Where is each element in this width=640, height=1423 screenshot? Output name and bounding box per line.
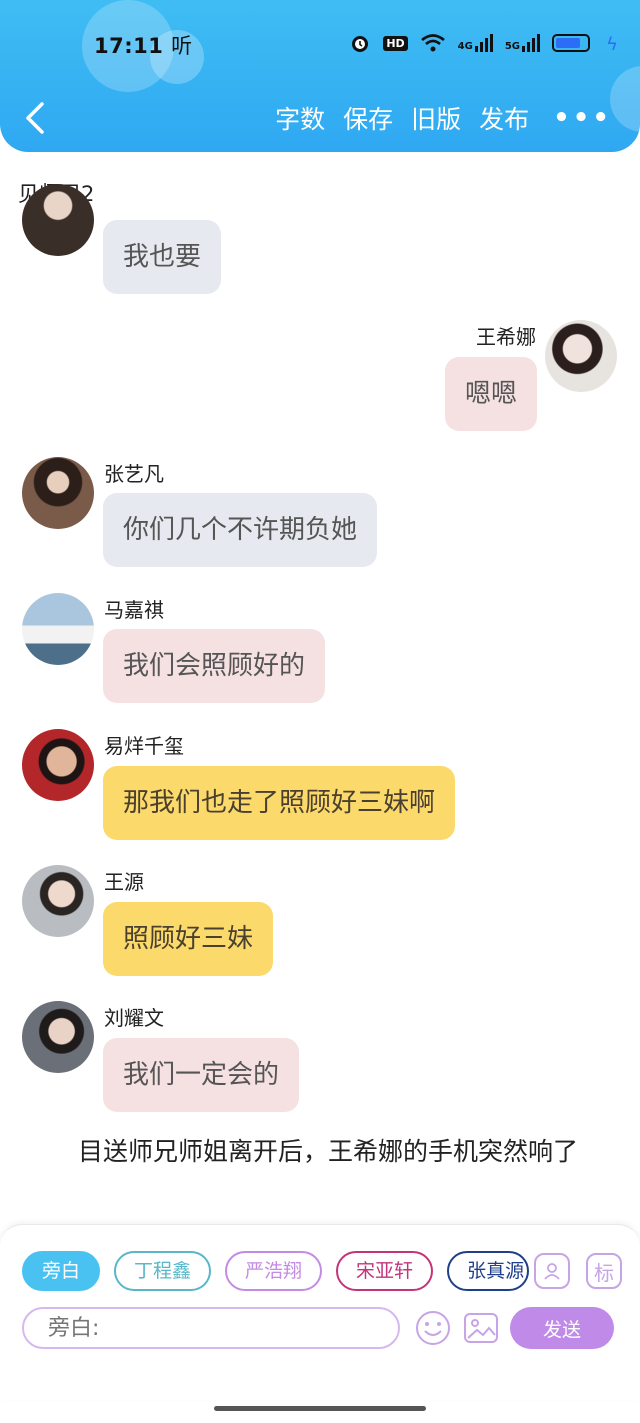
role-chips: 旁白 丁程鑫 严浩翔 宋亚轩 张真源 xyxy=(22,1251,530,1291)
home-indicator[interactable] xyxy=(214,1406,426,1411)
message-bubble[interactable]: 你们几个不许期负她 xyxy=(103,493,378,567)
user-card-icon[interactable] xyxy=(534,1253,570,1289)
old-version-button[interactable]: 旧版 xyxy=(411,100,461,136)
image-icon[interactable] xyxy=(462,1309,500,1347)
sender-name: 张艺凡 xyxy=(104,462,164,486)
avatar[interactable] xyxy=(22,593,94,665)
nav-actions: 字数 保存 旧版 发布 ••• xyxy=(275,100,612,136)
save-button[interactable]: 保存 xyxy=(343,100,393,136)
message-bubble[interactable]: 嗯嗯 xyxy=(445,357,538,431)
screen: 17:11 听 HD 4G 5G ϟ 字数 保存 旧版 发布 ••• 见师兄2 xyxy=(0,0,640,1423)
message-bubble[interactable]: 照顾好三妹 xyxy=(103,902,274,976)
role-chip[interactable]: 丁程鑫 xyxy=(114,1251,212,1291)
hd-icon: HD xyxy=(383,35,408,51)
status-icons: HD 4G 5G xyxy=(349,32,590,54)
sender-name: 易烊千玺 xyxy=(104,734,184,758)
word-count-button[interactable]: 字数 xyxy=(275,100,325,136)
tag-button[interactable]: 标 xyxy=(586,1253,622,1289)
status-bar: 17:11 听 HD 4G 5G ϟ xyxy=(0,24,640,64)
role-chip[interactable]: 张真源 xyxy=(447,1251,530,1291)
more-icon[interactable]: ••• xyxy=(553,103,612,133)
smiley-icon[interactable] xyxy=(414,1309,452,1347)
back-icon[interactable] xyxy=(22,100,50,136)
message-bubble[interactable]: 我也要 xyxy=(103,220,222,294)
composer-row: 发送 xyxy=(22,1307,622,1351)
avatar[interactable] xyxy=(545,320,617,392)
narration-text: 目送师兄师姐离开后，王希娜的手机突然响了 xyxy=(78,1137,579,1166)
avatar[interactable] xyxy=(22,457,94,529)
role-chip-narrator[interactable]: 旁白 xyxy=(22,1251,101,1291)
message-bubble[interactable]: 我们会照顾好的 xyxy=(103,629,326,703)
send-button[interactable]: 发送 xyxy=(510,1307,614,1349)
avatar[interactable] xyxy=(22,1001,94,1073)
sender-name: 刘耀文 xyxy=(104,1006,164,1030)
alarm-icon xyxy=(352,36,369,52)
sender-name: 王希娜 xyxy=(476,325,536,349)
publish-button[interactable]: 发布 xyxy=(479,100,529,136)
role-chip[interactable]: 宋亚轩 xyxy=(336,1251,434,1291)
role-chip[interactable]: 严浩翔 xyxy=(225,1251,323,1291)
charging-icon: ϟ xyxy=(606,34,618,55)
4g-signal-icon: 4G xyxy=(458,34,493,52)
message-bubble[interactable]: 那我们也走了照顾好三妹啊 xyxy=(103,766,456,840)
avatar[interactable] xyxy=(22,184,94,256)
message-input[interactable] xyxy=(22,1307,400,1349)
message-bubble[interactable]: 我们一定会的 xyxy=(103,1038,300,1112)
battery-icon xyxy=(552,34,590,52)
sender-name: 王源 xyxy=(104,870,144,894)
avatar[interactable] xyxy=(22,729,94,801)
nav-bar: 字数 保存 旧版 发布 ••• xyxy=(0,96,640,142)
sender-name: 马嘉祺 xyxy=(104,598,164,622)
status-time: 17:11 听 xyxy=(94,34,193,58)
composer-panel: 旁白 丁程鑫 严浩翔 宋亚轩 张真源 标 发送 xyxy=(0,1224,640,1400)
avatar[interactable] xyxy=(22,865,94,937)
app-header: 17:11 听 HD 4G 5G ϟ 字数 保存 旧版 发布 ••• xyxy=(0,0,640,152)
5g-signal-icon: 5G xyxy=(505,34,540,52)
wifi-icon xyxy=(420,34,445,52)
